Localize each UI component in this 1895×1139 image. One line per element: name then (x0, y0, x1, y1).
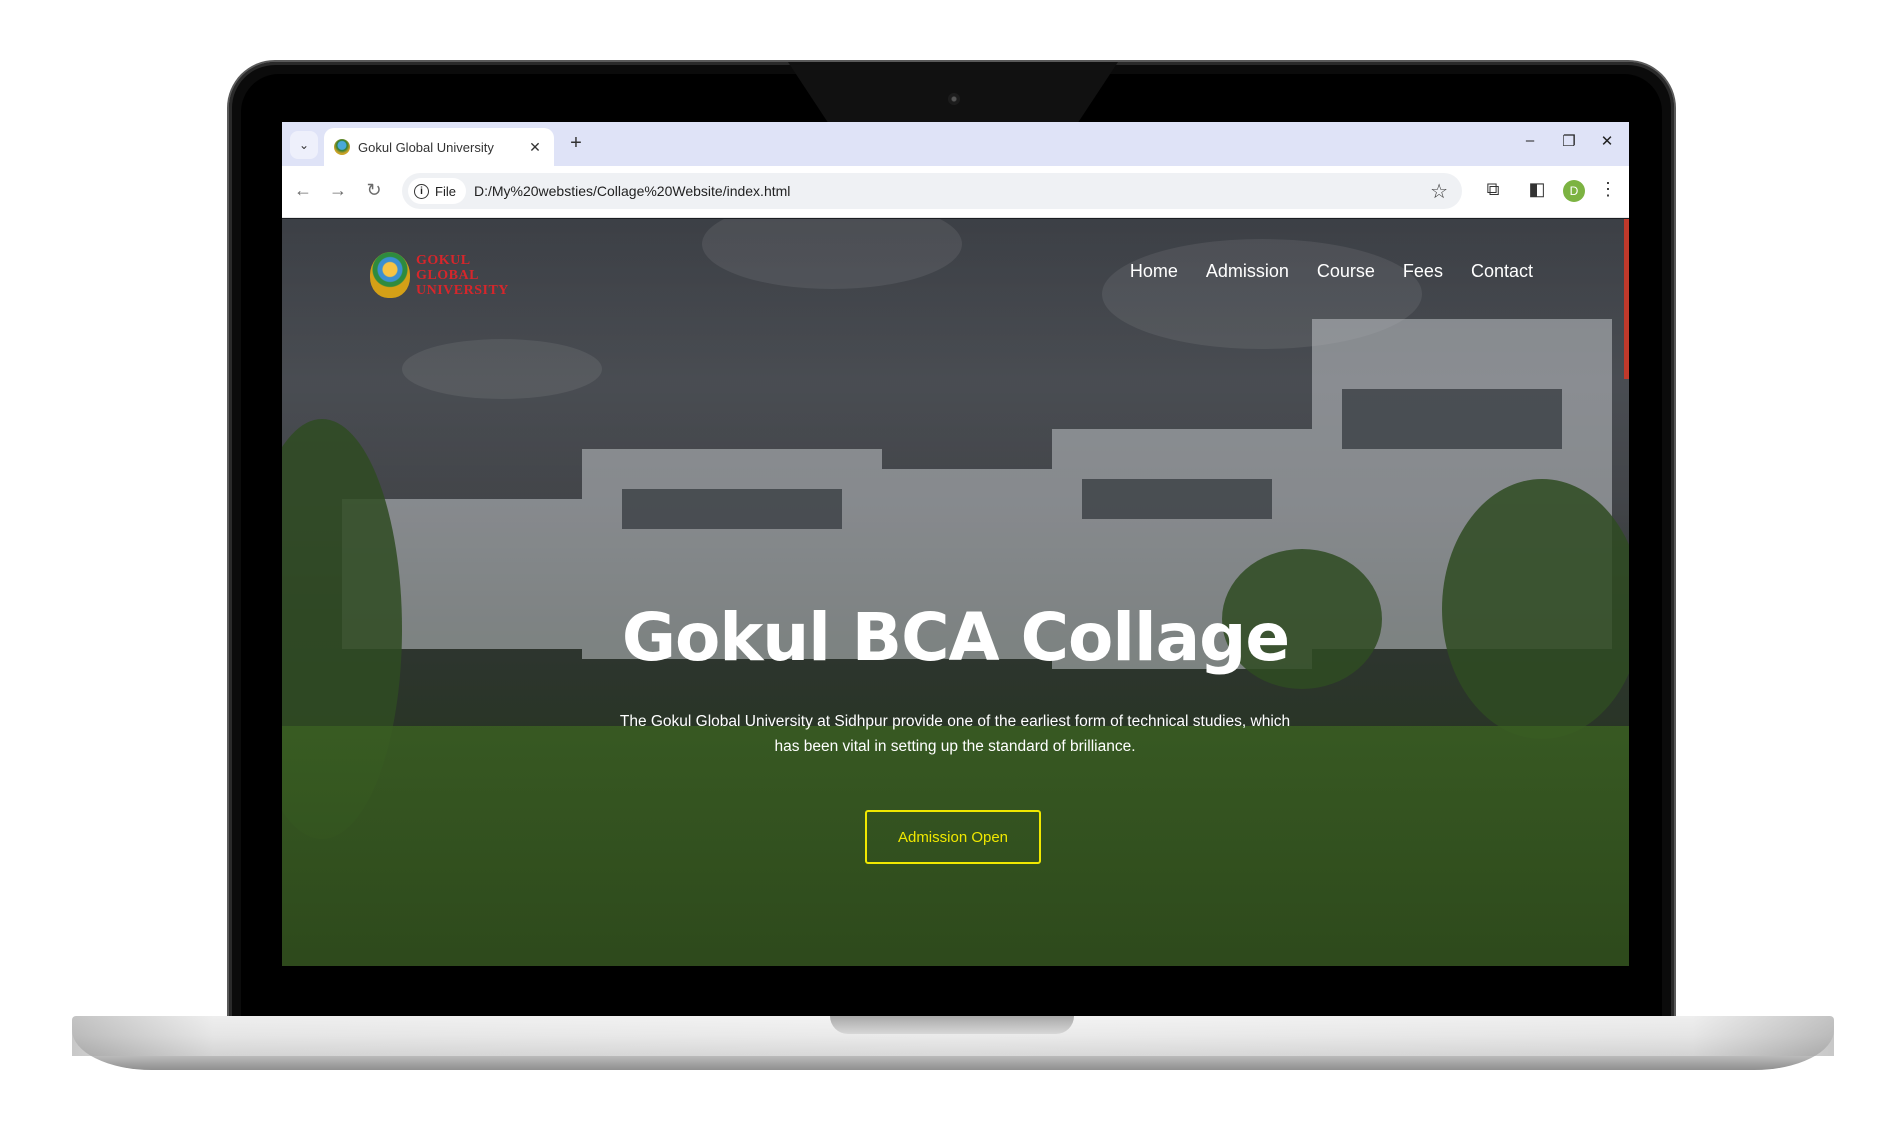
tab-strip: ⌄ Gokul Global University ✕ + – ❐ ✕ (282, 122, 1629, 166)
nav-link-admission[interactable]: Admission (1206, 261, 1289, 282)
bookmark-star-icon[interactable]: ☆ (1430, 179, 1448, 204)
hero-title: Gokul BCA Collage (621, 599, 1290, 676)
tab-close-icon[interactable]: ✕ (526, 139, 544, 156)
tab-search-button[interactable]: ⌄ (290, 131, 318, 159)
building-windows (1082, 479, 1272, 519)
cloud-shape (702, 219, 962, 289)
scheme-label: File (435, 183, 456, 199)
building-windows (1342, 389, 1562, 449)
side-panel-icon[interactable]: ◧ (1525, 179, 1549, 200)
forward-button[interactable]: → (327, 180, 349, 201)
browser-window: ⌄ Gokul Global University ✕ + – ❐ ✕ ← → … (282, 122, 1629, 966)
webcam-icon (948, 93, 960, 105)
profile-avatar[interactable]: D (1563, 180, 1585, 202)
close-window-button[interactable]: ✕ (1597, 132, 1617, 150)
nav-link-home[interactable]: Home (1130, 261, 1178, 282)
main-nav: Home Admission Course Fees Contact (1130, 261, 1533, 282)
back-button[interactable]: ← (292, 180, 314, 201)
url-text[interactable]: D:/My%20websties/Collage%20Website/index… (474, 183, 790, 199)
logo-line: UNIVERSITY (416, 282, 509, 298)
chevron-down-icon: ⌄ (298, 138, 310, 152)
minimize-button[interactable]: – (1520, 132, 1540, 149)
logo-line: GOKUL (416, 252, 471, 268)
favicon-icon (334, 139, 350, 155)
tab-title: Gokul Global University (358, 139, 494, 155)
admission-open-button[interactable]: Admission Open (865, 810, 1041, 864)
hero-description: The Gokul Global University at Sidhpur p… (619, 713, 1291, 755)
new-tab-button[interactable]: + (564, 132, 588, 155)
logo-wordmark: GOKUL GLOBAL UNIVERSITY (416, 253, 509, 298)
reload-button[interactable]: ↻ (363, 180, 385, 201)
active-tab[interactable]: Gokul Global University ✕ (324, 128, 554, 166)
info-icon: i (414, 183, 429, 199)
nav-link-course[interactable]: Course (1317, 261, 1375, 282)
page-scrollbar[interactable] (1624, 219, 1629, 379)
nav-link-fees[interactable]: Fees (1403, 261, 1443, 282)
camera-notch (788, 62, 1118, 122)
logo-line: GLOBAL (416, 267, 479, 283)
hero-section: GOKUL GLOBAL UNIVERSITY Home Admission C… (282, 219, 1629, 966)
cloud-shape (402, 339, 602, 399)
building-windows (622, 489, 842, 529)
site-info-chip[interactable]: i File (408, 178, 466, 204)
nav-link-contact[interactable]: Contact (1471, 261, 1533, 282)
address-bar[interactable]: i File D:/My%20websties/Collage%20Websit… (402, 173, 1462, 209)
browser-menu-icon[interactable]: ⋮ (1596, 179, 1620, 200)
university-emblem-icon (370, 252, 410, 298)
extensions-icon[interactable]: ⧉ (1481, 179, 1505, 200)
laptop-hinge (830, 1016, 1074, 1034)
restore-button[interactable]: ❐ (1559, 132, 1579, 150)
site-logo[interactable]: GOKUL GLOBAL UNIVERSITY (370, 252, 509, 298)
browser-toolbar: ← → ↻ i File D:/My%20websties/Collage%20… (282, 166, 1629, 218)
